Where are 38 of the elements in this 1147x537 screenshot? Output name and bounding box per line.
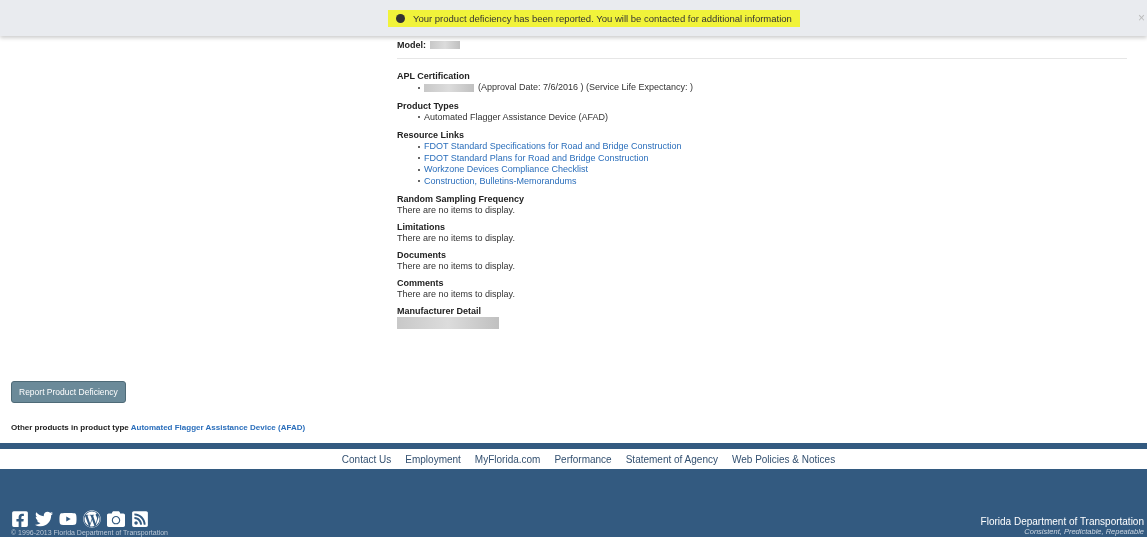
rss-icon[interactable] [131,510,149,528]
redacted-bar [424,83,474,92]
facebook-icon[interactable] [11,510,29,528]
certification-text: (Approval Date: 7/6/2016 ) (Service Life Expectancy: ) [478,82,694,94]
footer-link[interactable]: Employment [405,453,461,465]
agency-name: Florida Department of Transportation [980,516,1144,527]
footer-link[interactable]: Web Policies & Notices [731,453,836,465]
footer-link[interactable]: Performance [554,453,612,465]
youtube-icon[interactable] [59,510,77,528]
resource-link[interactable]: Construction, Bulletins-Memorandums [424,175,577,187]
section-heading: Random Sampling Frequency [397,194,526,204]
footer-link[interactable]: Contact Us [341,453,392,465]
model-label: Model: [397,40,426,50]
section-heading: Comments [397,278,445,288]
camera-icon[interactable] [107,510,125,528]
other-products-label: Other products in product type [11,423,129,432]
footer-link[interactable]: Statement of Agency [625,453,718,465]
redacted-bar [430,41,460,49]
wordpress-icon[interactable] [83,510,101,528]
twitter-icon[interactable] [35,510,53,528]
empty-message: There are no items to display. [397,205,516,215]
empty-message: There are no items to display. [397,233,516,243]
empty-message: There are no items to display. [397,261,516,271]
list-item: Automated Flagger Assistance Device (AFAD) [424,111,609,123]
resource-link[interactable]: Workzone Devices Compliance Checklist [424,164,588,176]
resource-link[interactable]: FDOT Standard Specifications for Road and Bridge Construction [424,141,682,153]
report-button[interactable]: Report Product Deficiency [11,381,126,403]
section-heading: Resource Links [397,130,466,140]
section-heading: Documents [397,250,447,260]
product-type-link[interactable]: Automated Flagger Assistance Device (AFAD) [130,423,306,432]
section-heading: Manufacturer Detail [397,306,483,316]
empty-message: There are no items to display. [397,289,516,299]
footer-link[interactable]: MyFlorida.com [474,453,541,465]
alert-message: Your product deficiency has been reported. You will be contacted for additional information [413,12,792,24]
section-heading: Product Types [397,100,460,111]
section-heading: APL Certification [397,71,471,81]
resource-link[interactable]: FDOT Standard Plans for Road and Bridge Construction [424,152,649,164]
section-heading: Limitations [397,222,446,232]
